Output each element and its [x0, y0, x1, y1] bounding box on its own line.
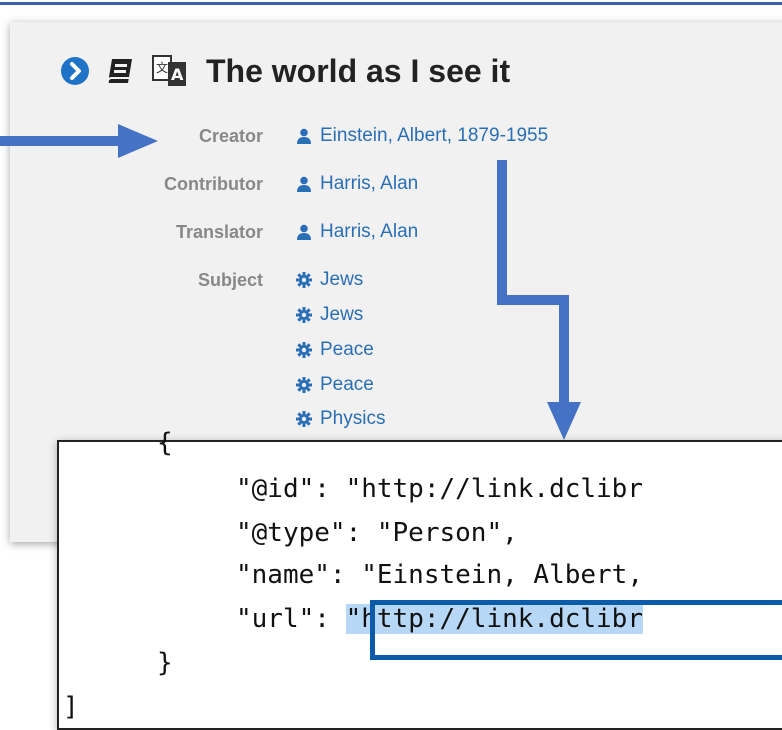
- translator-name: Harris, Alan: [320, 221, 419, 242]
- jsonld-code-panel: { "@id": "http://link.dclibr "@type": "P…: [57, 428, 782, 730]
- subject-value: Physics: [320, 408, 386, 429]
- field-label-subject: Subject: [197, 270, 263, 290]
- gear-icon: [296, 272, 312, 288]
- url-highlight-box: [370, 600, 782, 660]
- code-bracket-outer: ]: [63, 692, 79, 722]
- record-title: The world as I see it: [206, 52, 511, 89]
- creator-link[interactable]: Einstein, Albert, 1879-1955: [296, 125, 548, 147]
- subject-value: Peace: [320, 339, 374, 360]
- code-id-line: "@id": "http://link.dclibr: [236, 474, 643, 504]
- svg-text:A: A: [171, 65, 184, 84]
- contributor-name: Harris, Alan: [320, 173, 419, 194]
- subject-link[interactable]: Jews: [296, 304, 363, 326]
- gear-icon: [296, 411, 312, 427]
- chevron-right-circle-icon[interactable]: [60, 56, 90, 86]
- code-type-line: "@type": "Person",: [236, 518, 518, 548]
- field-label-translator: Translator: [175, 222, 263, 242]
- record-header: 文A The world as I see it: [60, 47, 510, 95]
- subject-link[interactable]: Physics: [296, 408, 385, 430]
- code-name-line: "name": "Einstein, Albert,: [236, 560, 643, 590]
- person-icon: [297, 128, 311, 144]
- svg-text:文: 文: [156, 60, 168, 75]
- translation-icon: 文A: [150, 53, 190, 89]
- translator-link[interactable]: Harris, Alan: [296, 221, 418, 243]
- field-label-creator: Creator: [198, 126, 263, 146]
- contributor-link[interactable]: Harris, Alan: [296, 173, 418, 195]
- gear-icon: [296, 377, 312, 393]
- subject-value: Peace: [320, 374, 374, 395]
- person-icon: [297, 176, 311, 192]
- subject-link[interactable]: Jews: [296, 269, 363, 291]
- book-icon: [104, 55, 136, 87]
- subject-value: Jews: [320, 304, 364, 325]
- top-border-line: [0, 2, 782, 5]
- gear-icon: [296, 307, 312, 323]
- gear-icon: [296, 342, 312, 358]
- creator-name: Einstein, Albert, 1879-1955: [320, 125, 549, 146]
- field-label-contributor: Contributor: [164, 174, 263, 194]
- subject-link[interactable]: Peace: [296, 339, 374, 361]
- code-url-key: "url":: [236, 604, 346, 634]
- subject-value: Jews: [320, 269, 364, 290]
- subject-link[interactable]: Peace: [296, 374, 374, 396]
- code-brace-close: }: [157, 648, 173, 678]
- person-icon: [297, 224, 311, 240]
- code-brace-open: {: [157, 428, 173, 458]
